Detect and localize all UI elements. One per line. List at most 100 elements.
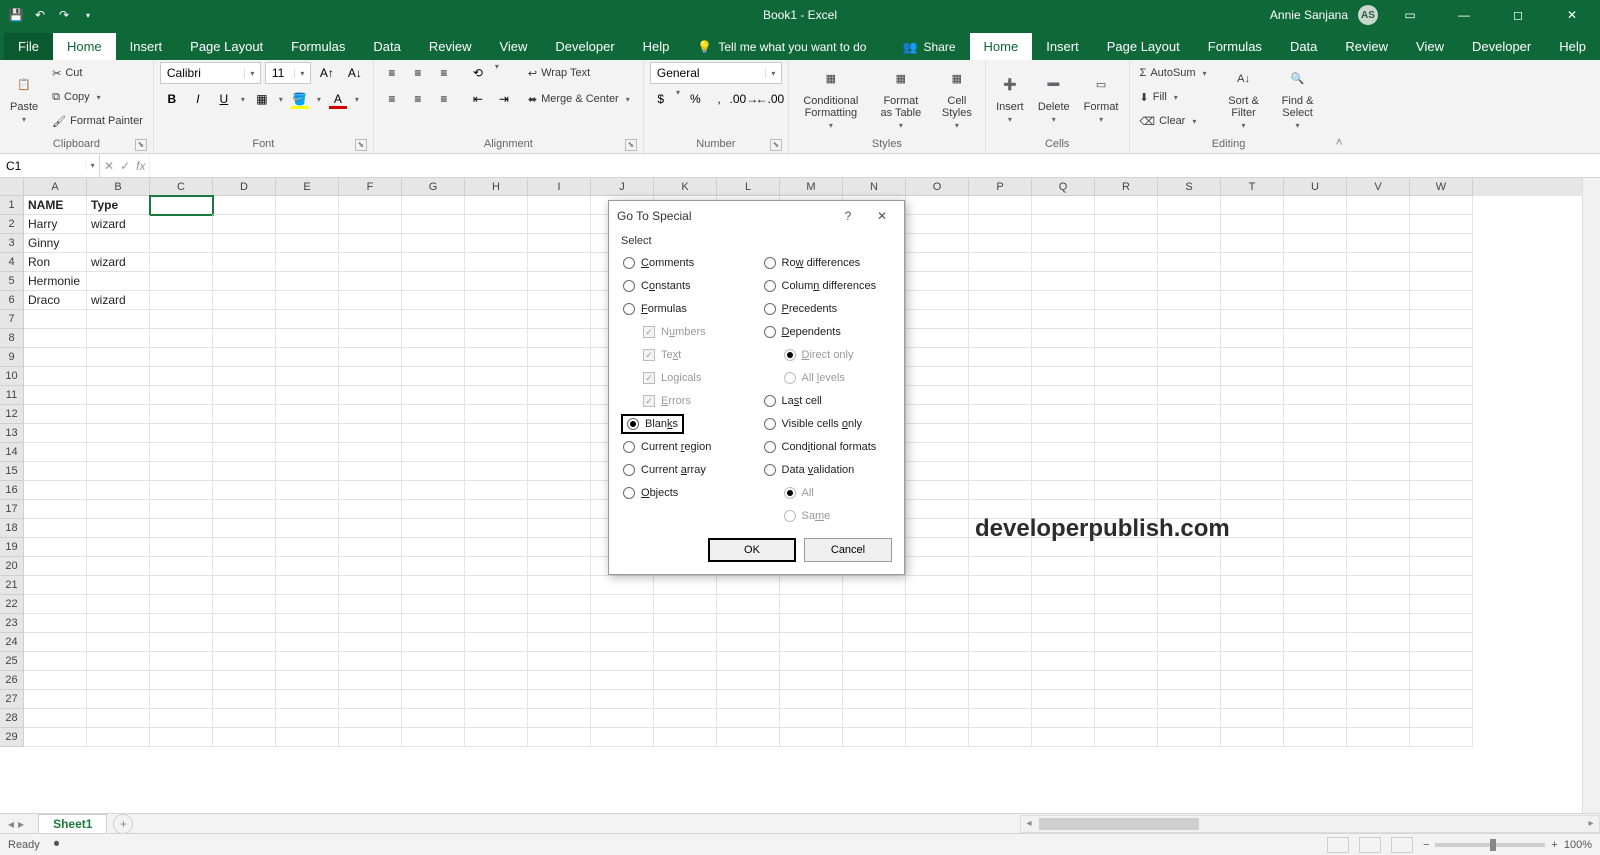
- cell[interactable]: [1410, 576, 1473, 595]
- cell[interactable]: [528, 386, 591, 405]
- cell[interactable]: [465, 367, 528, 386]
- tab-review[interactable]: Review: [1331, 33, 1402, 60]
- cell[interactable]: [1158, 215, 1221, 234]
- cell[interactable]: [1410, 196, 1473, 215]
- cell[interactable]: [465, 728, 528, 747]
- cell[interactable]: [402, 519, 465, 538]
- autosum-button[interactable]: ΣAutoSum▾: [1136, 62, 1214, 84]
- cell[interactable]: [528, 329, 591, 348]
- cell[interactable]: [654, 709, 717, 728]
- cell[interactable]: [402, 215, 465, 234]
- cell[interactable]: [1158, 386, 1221, 405]
- cell[interactable]: [24, 481, 87, 500]
- cell[interactable]: [654, 652, 717, 671]
- cell[interactable]: [213, 329, 276, 348]
- cell[interactable]: [1410, 671, 1473, 690]
- cell[interactable]: [24, 690, 87, 709]
- number-format-combo[interactable]: General▾: [650, 62, 782, 84]
- cell[interactable]: [1158, 671, 1221, 690]
- cell[interactable]: [213, 614, 276, 633]
- cell[interactable]: [969, 709, 1032, 728]
- cell[interactable]: [1095, 538, 1158, 557]
- cell[interactable]: [339, 443, 402, 462]
- cell[interactable]: [1347, 633, 1410, 652]
- cell[interactable]: [402, 709, 465, 728]
- cell[interactable]: [780, 652, 843, 671]
- cell[interactable]: [1095, 690, 1158, 709]
- cell[interactable]: [150, 519, 213, 538]
- cell[interactable]: [528, 405, 591, 424]
- cell[interactable]: [1347, 671, 1410, 690]
- cell[interactable]: [276, 671, 339, 690]
- scroll-right-icon[interactable]: ▸: [1583, 816, 1599, 832]
- cell[interactable]: [1095, 614, 1158, 633]
- cell[interactable]: [465, 234, 528, 253]
- cell[interactable]: [1347, 405, 1410, 424]
- column-header[interactable]: B: [87, 178, 150, 196]
- cell[interactable]: [465, 557, 528, 576]
- cell[interactable]: [1095, 291, 1158, 310]
- cell[interactable]: [339, 595, 402, 614]
- cell[interactable]: [339, 253, 402, 272]
- cell[interactable]: [1347, 709, 1410, 728]
- cell[interactable]: [591, 614, 654, 633]
- cell[interactable]: [969, 633, 1032, 652]
- cell[interactable]: [1158, 614, 1221, 633]
- cell[interactable]: [1221, 310, 1284, 329]
- cell[interactable]: [402, 253, 465, 272]
- radio-column-differences[interactable]: Column differences: [762, 276, 893, 296]
- row-header[interactable]: 10: [0, 367, 24, 386]
- cell[interactable]: [339, 538, 402, 557]
- cell[interactable]: [1095, 196, 1158, 215]
- cell[interactable]: [402, 291, 465, 310]
- align-right-icon[interactable]: ≡: [432, 88, 456, 110]
- cell[interactable]: [1032, 348, 1095, 367]
- column-header[interactable]: U: [1284, 178, 1347, 196]
- cell[interactable]: [276, 652, 339, 671]
- row-header[interactable]: 22: [0, 595, 24, 614]
- cell[interactable]: [24, 671, 87, 690]
- cell[interactable]: [1410, 215, 1473, 234]
- cell[interactable]: [1032, 500, 1095, 519]
- cell[interactable]: [1032, 253, 1095, 272]
- cell[interactable]: [213, 690, 276, 709]
- cell[interactable]: [1410, 424, 1473, 443]
- align-center-icon[interactable]: ≡: [406, 88, 430, 110]
- cell[interactable]: [402, 652, 465, 671]
- enter-formula-icon[interactable]: ✓: [120, 159, 130, 173]
- cell[interactable]: [87, 443, 150, 462]
- cell[interactable]: [1284, 462, 1347, 481]
- cell[interactable]: [1095, 557, 1158, 576]
- cell[interactable]: [87, 234, 150, 253]
- zoom-slider[interactable]: [1435, 843, 1545, 847]
- cell[interactable]: [969, 519, 1032, 538]
- cell[interactable]: [1284, 386, 1347, 405]
- cell[interactable]: [1410, 557, 1473, 576]
- cell[interactable]: [1032, 538, 1095, 557]
- cell[interactable]: [465, 652, 528, 671]
- shrink-font-icon[interactable]: A↓: [343, 62, 367, 84]
- cell[interactable]: [276, 405, 339, 424]
- cell[interactable]: [1095, 481, 1158, 500]
- cell[interactable]: [402, 386, 465, 405]
- cell[interactable]: [150, 728, 213, 747]
- cell[interactable]: [906, 443, 969, 462]
- column-header[interactable]: P: [969, 178, 1032, 196]
- row-header[interactable]: 9: [0, 348, 24, 367]
- cell[interactable]: [969, 538, 1032, 557]
- cell[interactable]: [1158, 367, 1221, 386]
- cell[interactable]: [1221, 196, 1284, 215]
- tab-insert[interactable]: Insert: [116, 33, 177, 60]
- cell[interactable]: [906, 557, 969, 576]
- cell[interactable]: [150, 614, 213, 633]
- column-header[interactable]: K: [654, 178, 717, 196]
- cell[interactable]: [339, 348, 402, 367]
- cell[interactable]: NAME: [24, 196, 87, 215]
- cell[interactable]: [1158, 633, 1221, 652]
- cell[interactable]: [150, 329, 213, 348]
- cell[interactable]: [906, 386, 969, 405]
- cell[interactable]: [1284, 500, 1347, 519]
- cell[interactable]: [1284, 557, 1347, 576]
- align-left-icon[interactable]: ≡: [380, 88, 404, 110]
- cell[interactable]: [969, 234, 1032, 253]
